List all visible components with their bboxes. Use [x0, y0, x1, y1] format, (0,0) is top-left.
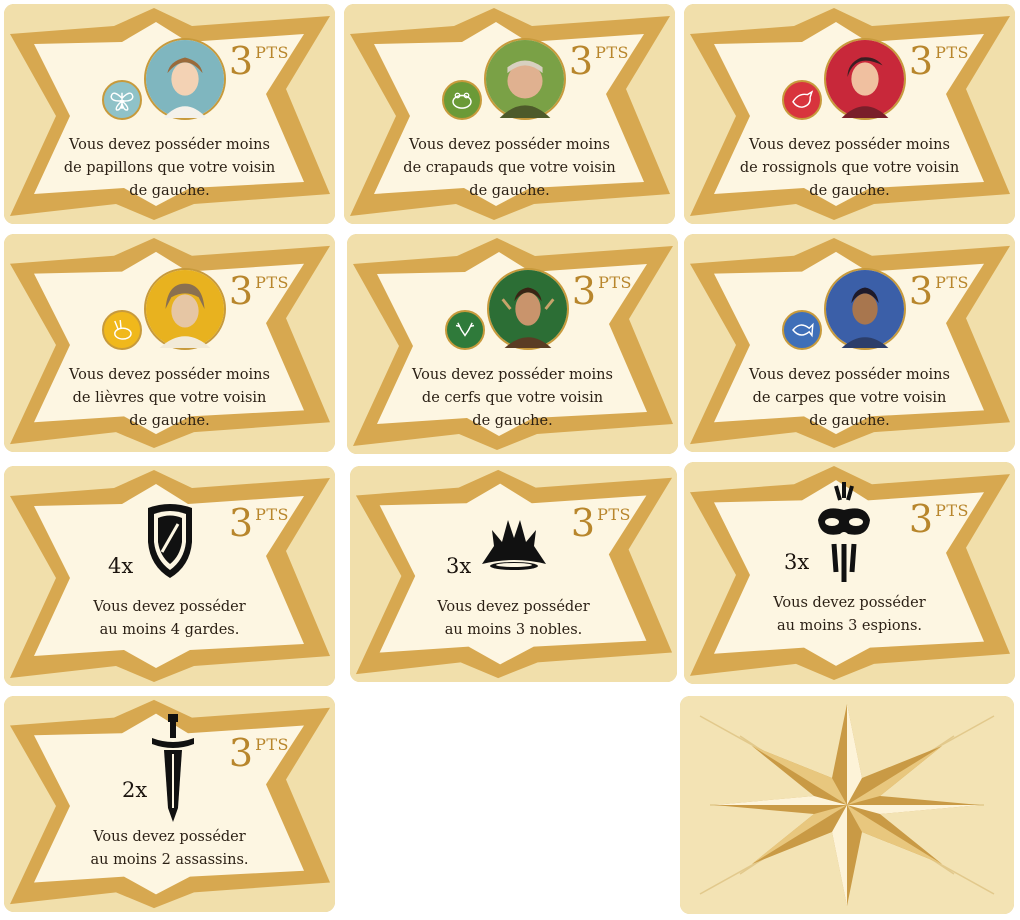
hare-icon [101, 310, 142, 350]
objective-card-stags[interactable]: 3 PTS Vous devez posséder moins de cerfs q… [347, 234, 678, 454]
card-objective-text: Vous devez posséder moins de carpes que v… [749, 367, 950, 429]
objective-card-butterflies[interactable]: 3 PTS Vous devez posséder moins de papillo… [4, 4, 335, 224]
points-value: 3 PTS [908, 39, 969, 83]
stag-icon [444, 310, 485, 350]
mask-icon [814, 482, 874, 586]
points-value: 3 PTS [228, 269, 289, 313]
card-objective-text: Vous devez posséder au moins 2 assassins. [90, 829, 249, 868]
card-objective-text: Vous devez posséder moins de lièvres que … [69, 367, 270, 429]
dagger-icon [150, 712, 196, 824]
card-objective-text: Vous devez posséder moins de rossignols q… [739, 137, 960, 199]
required-count: 3x [446, 554, 472, 578]
points-value: 3 PTS [908, 497, 969, 541]
required-count: 2x [122, 778, 148, 802]
carp-icon [781, 310, 822, 350]
card-objective-text: Vous devez posséder au moins 4 gardes. [93, 599, 246, 638]
points-value: 3 PTS [228, 501, 289, 545]
character-portrait [143, 38, 226, 120]
objective-card-nightingales[interactable]: 3 PTS Vous devez posséder moins de rossign… [684, 4, 1015, 224]
required-count: 3x [784, 550, 810, 574]
character-portrait [483, 38, 566, 120]
card-objective-text: Vous devez posséder moins de papillons qu… [63, 137, 276, 199]
toad-icon [441, 80, 482, 120]
objective-card-assassins[interactable]: 2x 3 PTS Vous devez posséder au moins 2 as… [4, 696, 335, 912]
points-value: 3 PTS [908, 269, 969, 313]
card-objective-text: Vous devez posséder au moins 3 espions. [773, 595, 926, 634]
crown-icon [480, 516, 548, 572]
points-value: 3 PTS [568, 39, 629, 83]
objective-card-guards[interactable]: 4x 3 PTS Vous devez posséder au moins 4 ga… [4, 466, 335, 686]
card-objective-text: Vous devez posséder moins de cerfs que vo… [412, 367, 613, 429]
objective-card-toads[interactable]: 3 PTS Vous devez posséder moins de crapaud… [344, 4, 675, 224]
compass-star-icon [680, 696, 1014, 914]
character-portrait [486, 268, 569, 350]
objective-card-nobles[interactable]: 3x 3 PTS Vous devez posséder au moins 3 no… [350, 466, 677, 682]
points-value: 3 PTS [570, 501, 631, 545]
card-objective-text: Vous devez posséder au moins 3 nobles. [437, 599, 590, 638]
card-objective-text: Vous devez posséder moins de crapauds que… [403, 137, 616, 199]
points-value: 3 PTS [571, 269, 632, 313]
character-portrait [823, 38, 906, 120]
character-portrait [823, 268, 906, 350]
required-count: 4x [108, 554, 134, 578]
card-star-background [350, 466, 677, 682]
objective-card-carps[interactable]: 3 PTS Vous devez posséder moins de carpes … [684, 234, 1015, 452]
points-value: 3 PTS [228, 731, 289, 775]
objective-card-hares[interactable]: 3 PTS Vous devez posséder moins de lièvres… [4, 234, 335, 452]
objective-card-spies[interactable]: 3x 3 PTS Vous devez posséder au moins 3 es… [684, 462, 1015, 684]
nightingale-icon [781, 80, 822, 120]
card-back[interactable] [680, 696, 1014, 914]
shield-icon [144, 502, 196, 582]
character-portrait [143, 268, 226, 350]
butterfly-icon [101, 80, 142, 120]
points-value: 3 PTS [228, 39, 289, 83]
